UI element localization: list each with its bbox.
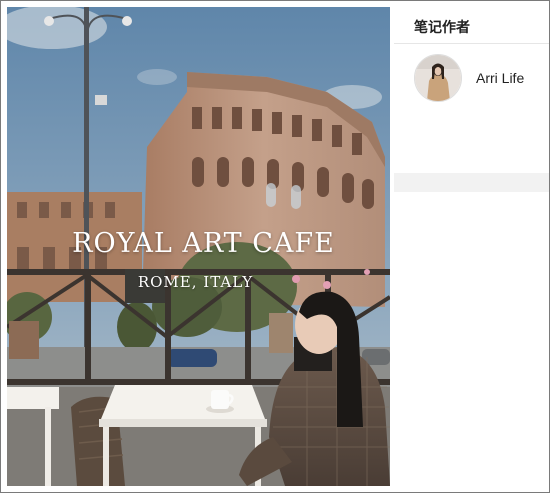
divider [394, 43, 549, 44]
side-panel: 笔记作者 Arri Life [394, 7, 549, 486]
cafe-title: ROYAL ART CAFE [72, 228, 335, 259]
comments-card [394, 192, 549, 486]
cafe-subtitle: ROME, ITALY [137, 273, 254, 291]
author-profile-link[interactable]: Arri Life [414, 53, 544, 103]
page-frame: ROYAL ART CAFE ROME, ITALY 笔记作者 Arri Lif… [0, 0, 550, 493]
author-name[interactable]: Arri Life [476, 70, 524, 86]
author-avatar[interactable] [414, 54, 462, 102]
avatar-photo-icon [415, 55, 461, 101]
author-card: 笔记作者 Arri Life [394, 7, 549, 173]
post-photo[interactable]: ROYAL ART CAFE ROME, ITALY [7, 7, 390, 486]
author-heading: 笔记作者 [414, 20, 470, 36]
